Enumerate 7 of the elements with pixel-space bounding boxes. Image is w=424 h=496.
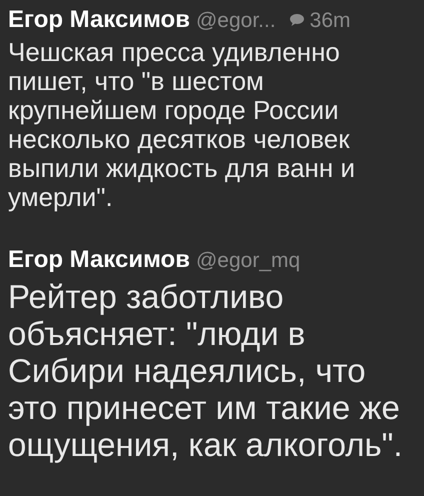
author-name: Егор Максимов xyxy=(8,245,190,275)
timestamp: 36m xyxy=(310,8,351,34)
author-name: Егор Максимов xyxy=(8,5,190,35)
user-handle: @egor... xyxy=(196,8,276,34)
user-handle: @egor_mq xyxy=(196,248,300,274)
tweet-text: Чешская пресса удивленно пишет, что "в шестом крупнейшем городе России несколько десятков человек выпили жидкость для ванн и умерли". xyxy=(8,38,356,212)
tweet-text: Рейтер заботливо объясняет: "люди в Сибири надеялись, что это принесет им такие же ощущения, как алкоголь". xyxy=(8,278,404,463)
